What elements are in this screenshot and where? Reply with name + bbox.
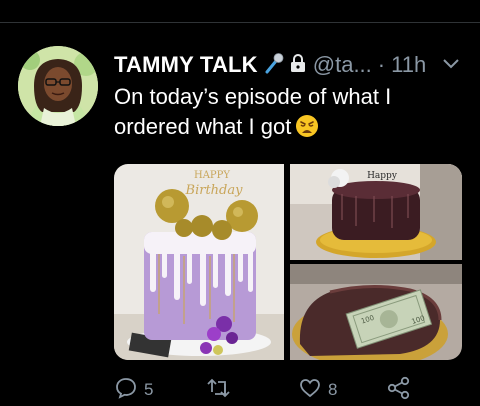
reply-count: 5: [144, 380, 154, 399]
media-photo-3[interactable]: 100 100: [290, 264, 462, 360]
media-photo-1[interactable]: HAPPY Birthday: [114, 164, 284, 360]
top-divider: [0, 0, 480, 23]
tweet[interactable]: TAMMY TALK @ta... · 11h On today’s episo…: [0, 22, 480, 406]
avatar[interactable]: [18, 46, 98, 126]
tweet-text: On today’s episode of what I ordered wha…: [114, 82, 464, 146]
tweet-timestamp[interactable]: 11h: [391, 52, 426, 78]
svg-text:HAPPY: HAPPY: [194, 170, 230, 181]
weary-face-emoji: [295, 114, 319, 146]
tweet-header: TAMMY TALK @ta... · 11h: [114, 50, 426, 80]
like-button[interactable]: 8: [298, 376, 337, 404]
share-button[interactable]: [386, 376, 412, 404]
header-separator: ·: [377, 52, 386, 77]
tweet-actions: 5 8: [114, 376, 464, 404]
tweet-body: On today’s episode of what I ordered wha…: [114, 84, 392, 139]
reply-button[interactable]: 5: [114, 376, 153, 404]
like-count: 8: [328, 380, 338, 399]
user-handle[interactable]: @ta...: [313, 52, 372, 78]
retweet-button[interactable]: [206, 376, 232, 404]
lock-icon: [290, 53, 306, 78]
reply-icon: [114, 376, 138, 405]
svg-text:Birthday: Birthday: [185, 183, 244, 198]
like-icon: [298, 376, 322, 405]
retweet-icon: [206, 376, 232, 405]
share-icon: [386, 376, 412, 405]
media-grid[interactable]: HAPPY Birthday Happy 100 100: [114, 164, 462, 360]
chevron-down-icon[interactable]: [440, 52, 462, 74]
media-photo-2[interactable]: Happy: [290, 164, 462, 260]
microphone-icon: [264, 52, 284, 79]
display-name[interactable]: TAMMY TALK: [114, 52, 258, 78]
svg-text:Happy: Happy: [367, 171, 398, 181]
